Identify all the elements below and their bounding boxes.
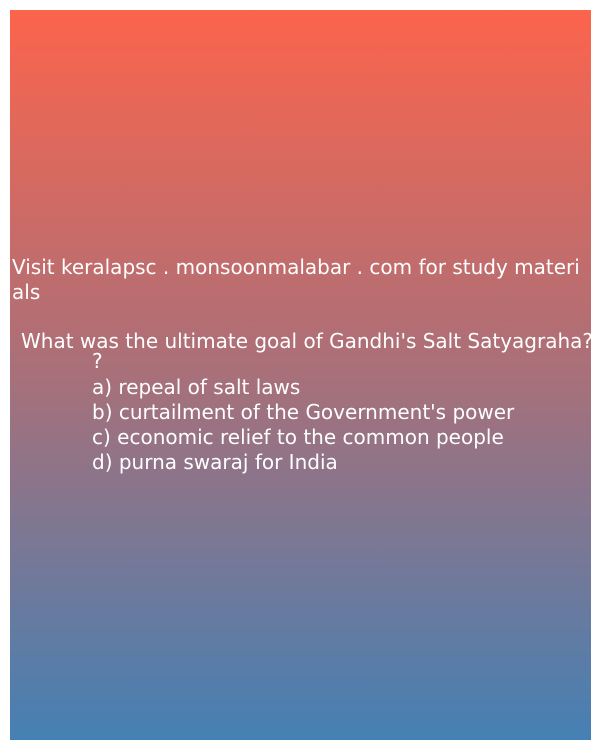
option-b: b) curtailment of the Government's power (92, 400, 515, 424)
quiz-card: Visit keralapsc . monsoonmalabar . com f… (10, 10, 594, 740)
option-d: d) purna swaraj for India (92, 450, 338, 474)
options-list: a) repeal of salt laws b) curtailment of… (92, 375, 514, 475)
option-a: a) repeal of salt laws (92, 375, 301, 399)
question-mark-overflow: ? (92, 349, 103, 373)
question-text: What was the ultimate goal of Gandhi's S… (21, 329, 594, 353)
option-c: c) economic relief to the common people (92, 425, 504, 449)
promo-text: Visit keralapsc . monsoonmalabar . com f… (12, 255, 580, 304)
